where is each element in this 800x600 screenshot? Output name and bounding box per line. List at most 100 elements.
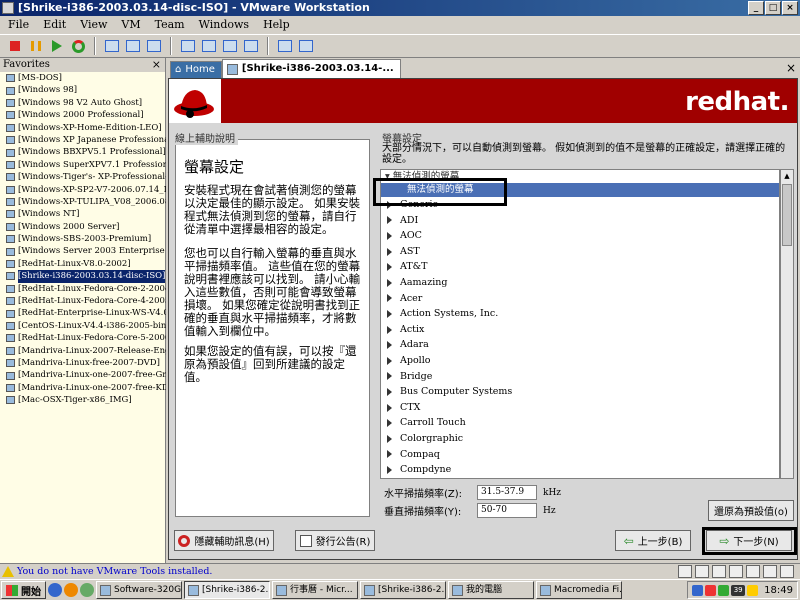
scroll-thumb[interactable] — [782, 184, 792, 246]
release-notes-button[interactable]: 發行公告(R) — [295, 530, 375, 551]
console-view-button[interactable] — [276, 37, 294, 55]
expand-arrow-icon[interactable] — [387, 309, 392, 318]
ie-icon[interactable] — [48, 583, 62, 597]
monitor-vendor-item[interactable]: Aamazing — [381, 275, 779, 291]
expand-arrow-icon[interactable] — [387, 294, 392, 303]
clock[interactable]: 18:49 — [764, 585, 793, 596]
scroll-up-icon[interactable]: ▲ — [781, 170, 793, 182]
favorites-item[interactable]: [Mandriva-Linux-2007-Release-Eng-C — [0, 345, 166, 357]
favorites-item[interactable]: [Windows-XP-Home-Edition-LEO] — [0, 122, 166, 134]
back-button[interactable]: ⇦ 上一步(B) — [615, 530, 691, 551]
favorites-item[interactable]: [Mandriva-Linux-one-2007-free-Gnor — [0, 369, 166, 381]
status-text[interactable]: You do not have VMware Tools installed. — [17, 566, 212, 577]
message-icon[interactable] — [780, 565, 794, 578]
menu-view[interactable]: View — [80, 16, 107, 34]
menu-windows[interactable]: Windows — [199, 16, 249, 34]
sound-icon[interactable] — [729, 565, 743, 578]
maximize-button[interactable]: □ — [765, 1, 781, 15]
tray-volume-icon[interactable] — [747, 584, 759, 596]
vm-console[interactable]: redhat. 螢幕設定 安裝程式現在會試著偵測您的螢幕以決定最佳的顯示設定。 … — [168, 78, 798, 560]
favorites-item[interactable]: [Windows NT] — [0, 208, 166, 220]
revert-snapshot-button[interactable] — [124, 37, 142, 55]
menu-edit[interactable]: Edit — [43, 16, 66, 34]
favorites-item[interactable]: [Shrike-i386-2003.03.14-disc-ISO] — [0, 270, 166, 283]
favorites-item[interactable]: [CentOS-Linux-V4.4-i386-2005-bin1- — [0, 320, 166, 332]
appliance-view-button[interactable] — [297, 37, 315, 55]
harddisk-icon[interactable] — [763, 565, 777, 578]
favorites-item[interactable]: [Windows 2000 Professional] — [0, 109, 166, 121]
expand-arrow-icon[interactable] — [387, 325, 392, 334]
favorites-item[interactable]: [Windows SuperXPV7.1 Professional] — [0, 159, 166, 171]
favorites-item[interactable]: [Windows-XP-TULIPA_V08_2006.08 — [0, 196, 166, 208]
media-player-icon[interactable] — [64, 583, 78, 597]
network-icon[interactable] — [712, 565, 726, 578]
power-on-button[interactable] — [48, 37, 66, 55]
tray-update-icon[interactable] — [718, 584, 730, 596]
monitor-list[interactable]: ▾ 無法偵測的螢幕 無法偵測的螢幕 Generic ADI AOC AST AT&T Aa… — [380, 169, 780, 479]
taskbar-task[interactable]: [Shrike-i386-2... — [184, 581, 270, 599]
favorites-item[interactable]: [Windows-XP-SP2-V7-2006.07.14_IS — [0, 184, 166, 196]
menu-help[interactable]: Help — [263, 16, 290, 34]
snapshot-manager-button[interactable] — [145, 37, 163, 55]
tab-vm[interactable]: [Shrike-i386-2003.03.14-... — [221, 59, 401, 78]
monitor-vendor-item[interactable]: CTX — [381, 400, 779, 416]
monitor-vendor-item[interactable]: Bus Computer Systems — [381, 384, 779, 400]
expand-arrow-icon[interactable] — [387, 372, 392, 381]
full-screen-button[interactable] — [200, 37, 218, 55]
minimize-button[interactable]: _ — [748, 1, 764, 15]
hide-help-button[interactable]: 隱藏輔助訊息(H) — [174, 530, 274, 551]
suspend-button[interactable] — [27, 37, 45, 55]
expand-arrow-icon[interactable] — [387, 216, 392, 225]
tray-antivirus-icon[interactable] — [705, 584, 717, 596]
favorites-item[interactable]: [MS-DOS] — [0, 72, 166, 84]
expand-arrow-icon[interactable] — [387, 247, 392, 256]
monitor-vendor-item[interactable]: AOC — [381, 228, 779, 244]
restore-defaults-button[interactable]: 還原為預設值(o) — [708, 500, 794, 521]
monitor-vendor-item[interactable]: AT&T — [381, 259, 779, 275]
favorites-close-icon[interactable]: × — [152, 58, 161, 72]
favorites-item[interactable]: [Windows 98] — [0, 84, 166, 96]
vsync-input[interactable]: 50-70 — [477, 503, 537, 518]
monitor-vendor-item[interactable]: Acer — [381, 291, 779, 307]
favorites-item[interactable]: [Windows-SBS-2003-Premium] — [0, 233, 166, 245]
expand-arrow-icon[interactable] — [387, 450, 392, 459]
monitor-vendor-item[interactable]: Compaq — [381, 447, 779, 463]
favorites-item[interactable]: [RedHat-Linux-Fedora-Core-4-2005] — [0, 295, 166, 307]
expand-arrow-icon[interactable] — [387, 434, 392, 443]
favorites-item[interactable]: [Windows XP Japanese Professional] — [0, 134, 166, 146]
expand-arrow-icon[interactable] — [387, 341, 392, 350]
monitor-vendor-item[interactable]: AST — [381, 244, 779, 260]
taskbar-task[interactable]: 行事曆 - Micr... — [272, 581, 358, 599]
taskbar-task[interactable]: [Shrike-i386-2... — [360, 581, 446, 599]
hsync-input[interactable]: 31.5-37.9 — [477, 485, 537, 500]
power-off-button[interactable] — [6, 37, 24, 55]
monitor-vendor-item[interactable]: Bridge — [381, 369, 779, 385]
favorites-item[interactable]: [Windows-Tiger's- XP-Professional-20 — [0, 171, 166, 183]
quick-switch-button[interactable] — [221, 37, 239, 55]
monitor-vendor-item[interactable]: Carroll Touch — [381, 415, 779, 431]
floppy-icon[interactable] — [695, 565, 709, 578]
monitor-vendor-item[interactable]: Apollo — [381, 353, 779, 369]
monitor-vendor-item[interactable]: ADI — [381, 213, 779, 229]
summary-view-button[interactable] — [242, 37, 260, 55]
expand-arrow-icon[interactable] — [387, 465, 392, 474]
menu-vm[interactable]: VM — [121, 16, 140, 34]
expand-arrow-icon[interactable] — [387, 263, 392, 272]
favorites-item[interactable]: [Mac-OSX-Tiger-x86_IMG] — [0, 394, 166, 406]
tab-close-icon[interactable]: × — [786, 61, 796, 75]
taskbar-task[interactable]: 我的電腦 — [448, 581, 534, 599]
show-favorites-button[interactable] — [179, 37, 197, 55]
expand-arrow-icon[interactable] — [387, 278, 392, 287]
cdrom-icon[interactable] — [678, 565, 692, 578]
favorites-item[interactable]: [RedHat-Enterprise-Linux-WS-V4.0-2 — [0, 307, 166, 319]
expand-arrow-icon[interactable] — [387, 419, 392, 428]
favorites-item[interactable]: [Mandriva-Linux-one-2007-free-KDE — [0, 382, 166, 394]
monitor-vendor-item[interactable]: Compdyne — [381, 462, 779, 478]
favorites-item[interactable]: [Windows BBXPV5.1 Professional] — [0, 146, 166, 158]
expand-arrow-icon[interactable] — [387, 403, 392, 412]
desktop-icon[interactable] — [80, 583, 94, 597]
usb-icon[interactable] — [746, 565, 760, 578]
monitor-vendor-item[interactable]: Action Systems, Inc. — [381, 306, 779, 322]
favorites-item[interactable]: [Mandriva-Linux-free-2007-DVD] — [0, 357, 166, 369]
taskbar-task[interactable]: Macromedia Fi... — [536, 581, 622, 599]
